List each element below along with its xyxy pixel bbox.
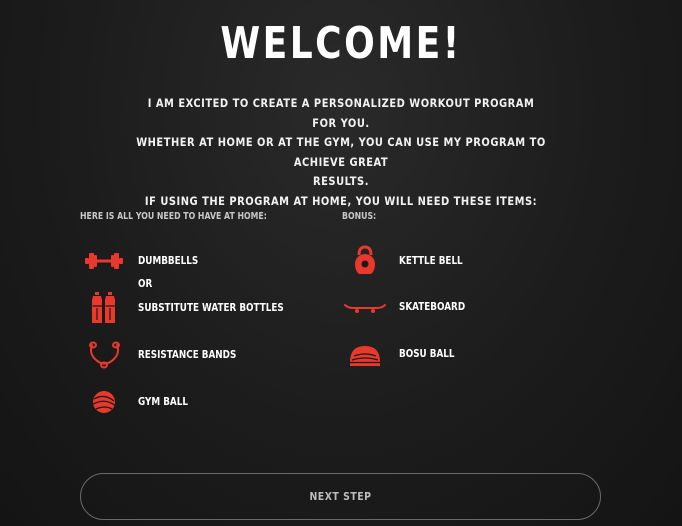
item-label-kettle-bell: KETTLE BELL	[399, 254, 463, 267]
intro-line-1: I AM EXCITED TO CREATE A PERSONALIZED WO…	[147, 96, 535, 130]
page-title: WELCOME!	[220, 18, 462, 69]
item-label-bosu-ball: BOSU BALL	[399, 347, 455, 360]
home-list-heading: HERE IS ALL YOU NEED TO HAVE AT HOME:	[80, 211, 267, 222]
item-label-resistance-bands: RESISTANCE BANDS	[138, 348, 237, 361]
resistance-bands-icon	[83, 339, 125, 371]
next-step-button[interactable]: NEXT STEP	[80, 473, 601, 520]
item-label-dumbbells: DUMBBELLS	[138, 254, 199, 267]
next-step-label: NEXT STEP	[309, 490, 372, 503]
intro-line-2: WHETHER AT HOME OR AT THE GYM, YOU CAN U…	[136, 135, 546, 169]
bosu-ball-icon	[344, 338, 386, 370]
item-label-or: OR	[138, 277, 153, 290]
water-bottles-icon	[83, 292, 125, 324]
intro-line-4: IF USING THE PROGRAM AT HOME, YOU WILL N…	[144, 193, 538, 208]
item-label-gym-ball: GYM BALL	[138, 395, 188, 408]
item-label-water-bottles: SUBSTITUTE WATER BOTTLES	[138, 301, 284, 314]
item-label-skateboard: SKATEBOARD	[399, 300, 466, 313]
dumbbell-icon	[83, 245, 125, 277]
bonus-list-heading: BONUS:	[342, 211, 377, 222]
kettlebell-icon	[344, 245, 386, 277]
intro-line-3: RESULTS.	[313, 174, 369, 188]
intro-text: I AM EXCITED TO CREATE A PERSONALIZED WO…	[100, 94, 582, 211]
skateboard-icon	[344, 291, 386, 323]
gym-ball-icon	[83, 386, 125, 418]
